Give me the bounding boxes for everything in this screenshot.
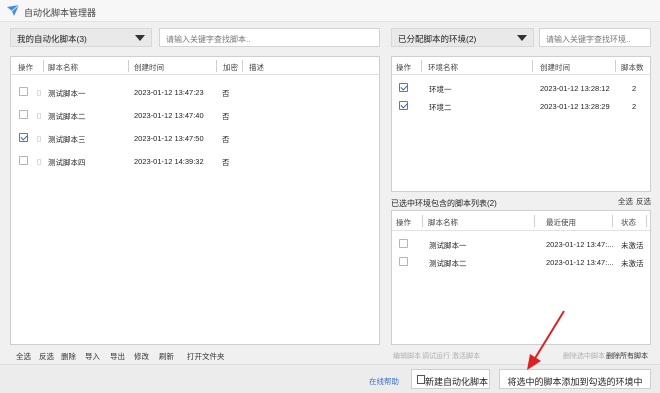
table-header: 操作 环境名称 创建时间 脚本数 <box>392 57 650 75</box>
env-count: 2 <box>632 102 637 111</box>
title-bar: 自动化脚本管理器 <box>0 0 660 22</box>
env-time: 2023-01-12 13:28:29 <box>540 102 610 111</box>
row-checkbox[interactable] <box>399 257 408 266</box>
col-action: 操作 <box>18 63 33 72</box>
col-count[interactable]: 脚本数 <box>621 62 644 73</box>
col-name[interactable]: 脚本名称 <box>428 217 458 228</box>
app-window: 自动化脚本管理器 我的自动化脚本(3) 请输入关键字查找脚本.. 已分配脚本的环… <box>0 0 660 393</box>
annotation-arrow-icon <box>527 310 565 370</box>
add-to-env-button[interactable]: 将选中的脚本添加到勾选的环境中 <box>499 369 651 389</box>
script-time: 2023-01-12 14:39:32 <box>134 157 204 166</box>
env-name: 环境二 <box>429 103 452 112</box>
app-logo-icon <box>7 5 20 16</box>
select-all-link[interactable]: 全选 <box>16 351 31 362</box>
invert-select-link[interactable]: 反选 <box>39 351 54 362</box>
delete-link[interactable]: 删除 <box>61 351 76 362</box>
table-row[interactable]: ▯ 测试脚本三 2023-01-12 13:47:50 否 <box>11 126 379 150</box>
import-link[interactable]: 导入 <box>85 351 100 362</box>
env-search-input[interactable]: 请输入关键字查找环境.. <box>539 28 651 47</box>
script-name: 测试脚本二 <box>48 112 86 121</box>
script-last-used: 2023-01-12 13:47:... <box>546 258 614 267</box>
row-checkbox-checked[interactable] <box>19 133 28 142</box>
col-created[interactable]: 创建时间 <box>134 62 164 73</box>
row-checkbox-checked[interactable] <box>399 83 408 92</box>
col-action: 操作 <box>396 218 411 227</box>
chevron-down-icon <box>135 35 145 41</box>
env-count: 2 <box>632 84 637 93</box>
debug-run-link[interactable]: 调试运行 <box>422 351 450 361</box>
env-name: 环境一 <box>429 85 452 94</box>
script-encrypt: 否 <box>222 89 230 98</box>
script-time: 2023-01-12 13:47:50 <box>134 134 204 143</box>
window-title: 自动化脚本管理器 <box>24 8 97 18</box>
add-to-env-label: 将选中的脚本添加到勾选的环境中 <box>507 377 643 387</box>
col-name[interactable]: 脚本名称 <box>48 62 78 73</box>
table-row[interactable]: 环境一 2023-01-12 13:28:12 2 <box>392 78 650 96</box>
new-script-label: 新建自动化脚本 <box>424 377 488 387</box>
refresh-link[interactable]: 刷新 <box>159 351 174 362</box>
script-status: 未激活 <box>621 241 644 250</box>
script-encrypt: 否 <box>222 112 230 121</box>
activate-script-link[interactable]: 激活脚本 <box>452 351 480 361</box>
dropdown-label: 已分配脚本的环境(2) <box>398 34 477 44</box>
script-encrypt: 否 <box>222 158 230 167</box>
script-search-input[interactable]: 请输入关键字查找脚本.. <box>159 28 380 47</box>
script-category-dropdown[interactable]: 我的自动化脚本(3) <box>10 28 152 47</box>
col-status[interactable]: 状态 <box>621 217 636 228</box>
table-row[interactable]: 测试脚本二 2023-01-12 13:47:... 未激活 <box>392 252 650 270</box>
help-link[interactable]: 在线帮助 <box>369 376 399 387</box>
table-row[interactable]: ▯ 测试脚本二 2023-01-12 13:47:40 否 <box>11 103 379 127</box>
open-folder-link[interactable]: 打开文件夹 <box>187 351 225 362</box>
script-status: 未激活 <box>621 259 644 268</box>
chevron-down-icon <box>517 35 527 41</box>
script-time: 2023-01-12 13:47:23 <box>134 88 204 97</box>
row-checkbox[interactable] <box>19 156 28 165</box>
col-created[interactable]: 创建时间 <box>540 62 570 73</box>
env-invert-link[interactable]: 反选 <box>636 196 651 207</box>
table-row[interactable]: 环境二 2023-01-12 13:28:29 2 <box>392 96 650 114</box>
new-script-button[interactable]: 新建自动化脚本 <box>411 369 490 389</box>
script-name: 测试脚本一 <box>429 241 467 250</box>
table-row[interactable]: 测试脚本一 2023-01-12 13:47:... 未激活 <box>392 234 650 252</box>
script-icon: ▯ <box>37 134 42 143</box>
script-icon: ▯ <box>37 88 42 97</box>
env-table: 操作 环境名称 创建时间 脚本数 环境一 2023-01-12 13:28:12… <box>391 56 651 192</box>
env-time: 2023-01-12 13:28:12 <box>540 84 610 93</box>
edit-script-link[interactable]: 编辑脚本 <box>393 351 421 361</box>
script-table: 操作 脚本名称 创建时间 加密 描述 ▯ 测试脚本一 2023-01-12 13… <box>10 56 380 345</box>
table-row[interactable]: ▯ 测试脚本四 2023-01-12 14:39:32 否 <box>11 149 379 173</box>
row-checkbox-checked[interactable] <box>399 101 408 110</box>
selected-env-scripts-label: 已选中环境包含的脚本列表(2) <box>391 199 497 208</box>
script-name: 测试脚本三 <box>48 135 86 144</box>
row-checkbox[interactable] <box>19 87 28 96</box>
col-desc[interactable]: 描述 <box>249 62 264 73</box>
col-last-used[interactable]: 最近使用 <box>546 217 576 228</box>
script-icon: ▯ <box>37 157 42 166</box>
remove-all-link[interactable]: 删除所有脚本 <box>606 351 648 361</box>
script-icon: ▯ <box>37 111 42 120</box>
col-action: 操作 <box>396 63 411 72</box>
script-last-used: 2023-01-12 13:47:... <box>546 240 614 249</box>
export-link[interactable]: 导出 <box>110 351 125 362</box>
script-encrypt: 否 <box>222 135 230 144</box>
row-checkbox[interactable] <box>399 239 408 248</box>
dropdown-label: 我的自动化脚本(3) <box>17 34 87 44</box>
col-encrypt[interactable]: 加密 <box>223 62 238 73</box>
script-name: 测试脚本一 <box>48 89 86 98</box>
env-select-all-link[interactable]: 全选 <box>618 196 633 207</box>
env-category-dropdown[interactable]: 已分配脚本的环境(2) <box>391 28 534 47</box>
modify-link[interactable]: 修改 <box>134 351 149 362</box>
script-name: 测试脚本四 <box>48 158 86 167</box>
row-checkbox[interactable] <box>19 110 28 119</box>
new-file-icon <box>417 375 425 384</box>
script-name: 测试脚本二 <box>429 259 467 268</box>
col-env-name[interactable]: 环境名称 <box>428 62 458 73</box>
table-row[interactable]: ▯ 测试脚本一 2023-01-12 13:47:23 否 <box>11 80 379 104</box>
table-header: 操作 脚本名称 最近使用 状态 <box>392 211 650 231</box>
script-actions: 全选 反选 删除 导入 导出 修改 刷新 打开文件夹 <box>16 351 376 363</box>
table-header: 操作 脚本名称 创建时间 加密 描述 <box>11 57 379 75</box>
script-time: 2023-01-12 13:47:40 <box>134 111 204 120</box>
